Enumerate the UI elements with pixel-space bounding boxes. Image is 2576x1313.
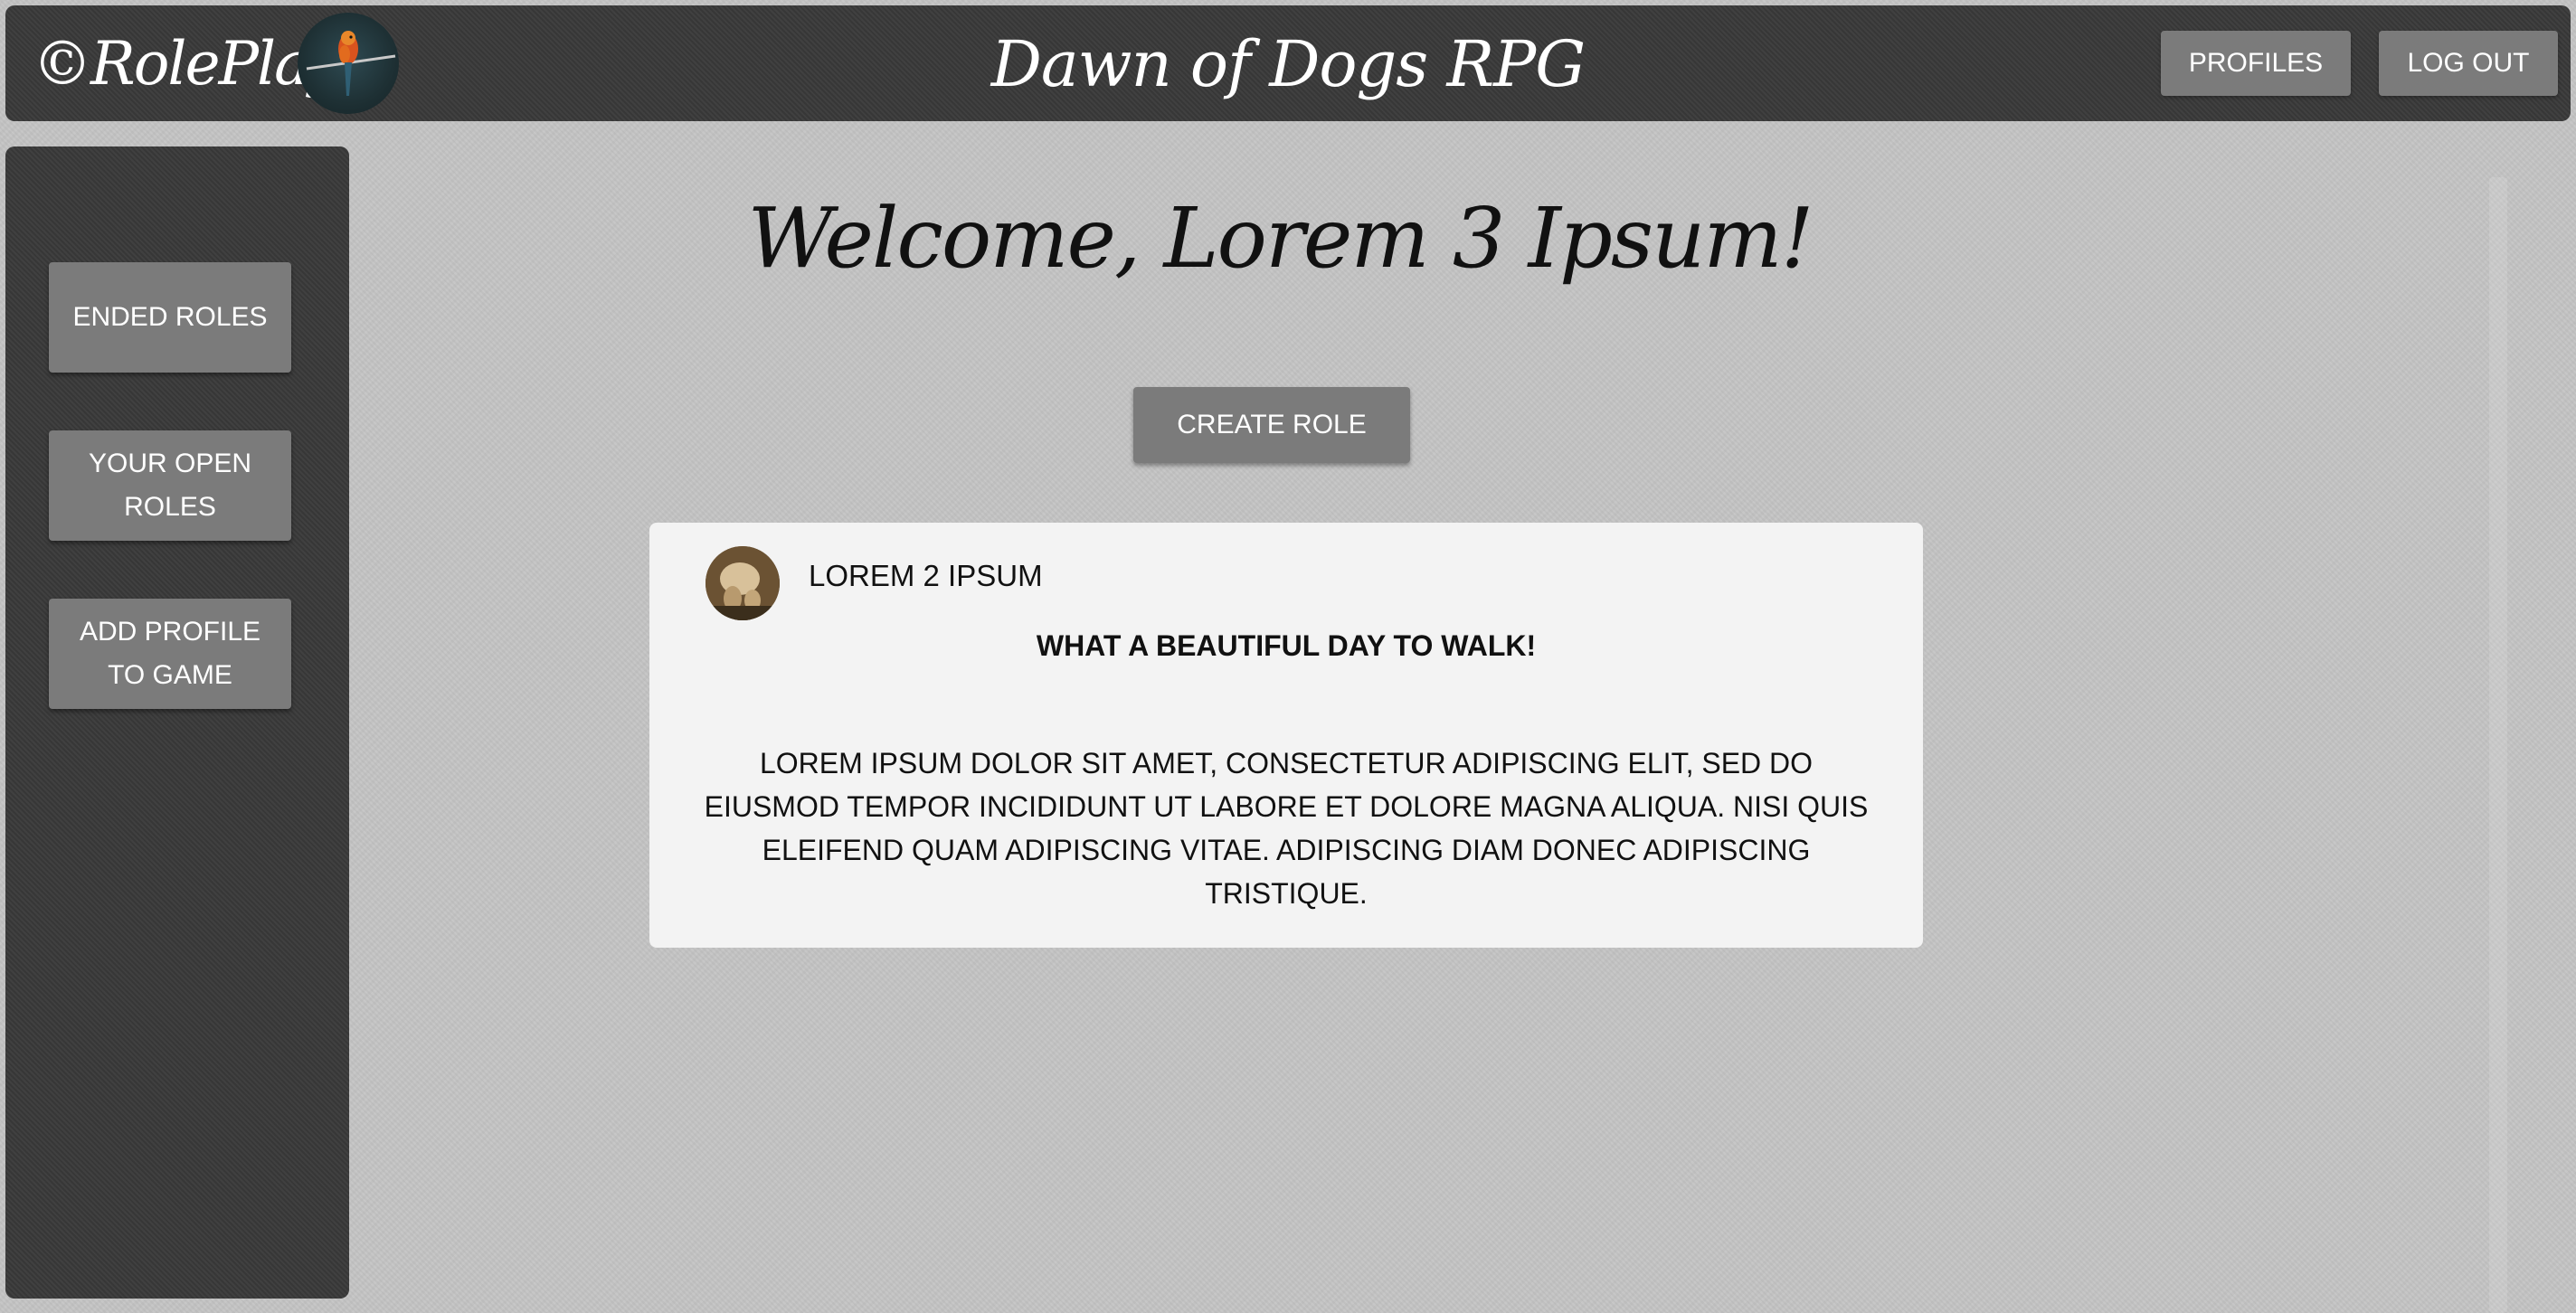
scrollbar[interactable] [2489,177,2507,1313]
add-profile-to-game-button[interactable]: ADD PROFILE TO GAME [49,599,291,709]
post-author[interactable]: LOREM 2 IPSUM [809,559,1043,593]
role-post-card[interactable]: LOREM 2 IPSUM WHAT A BEAUTIFUL DAY TO WA… [649,523,1923,948]
dog-avatar-icon[interactable] [706,546,780,620]
top-header: ©RolePlay Dawn of Dogs RPG PROFILES LOG … [5,5,2571,121]
your-open-roles-button[interactable]: YOUR OPEN ROLES [49,430,291,541]
logout-button[interactable]: LOG OUT [2379,31,2558,96]
welcome-heading: Welcome, Lorem 3 Ipsum! [747,190,1814,287]
post-title: WHAT A BEAUTIFUL DAY TO WALK! [1036,629,1537,662]
profiles-button[interactable]: PROFILES [2161,31,2351,96]
sidebar: ENDED ROLES YOUR OPEN ROLES ADD PROFILE … [5,146,349,1299]
ended-roles-button[interactable]: ENDED ROLES [49,262,291,373]
create-role-button[interactable]: CREATE ROLE [1133,387,1410,463]
post-body: LOREM IPSUM DOLOR SIT AMET, CONSECTETUR … [704,747,1869,910]
